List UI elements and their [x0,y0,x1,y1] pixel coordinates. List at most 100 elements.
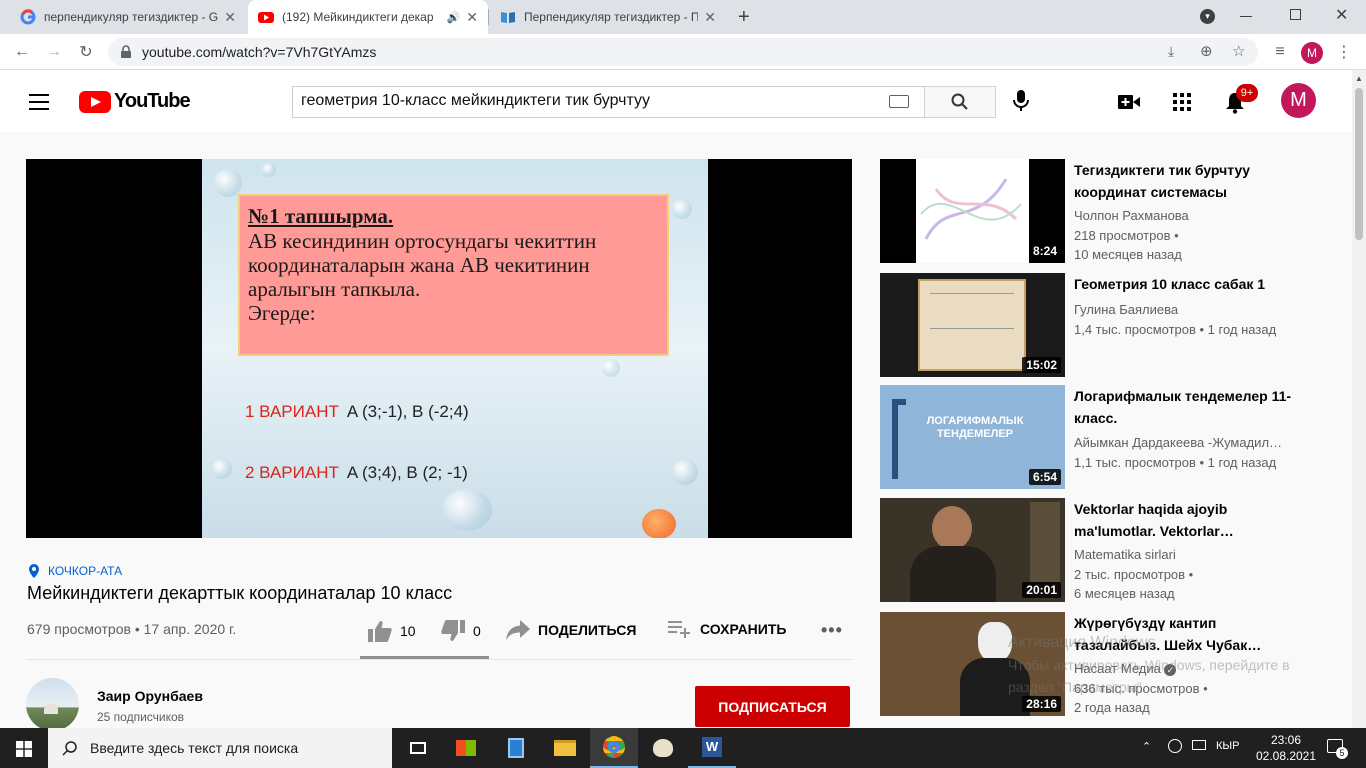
install-icon[interactable]: ⤓ [1168,43,1174,60]
bubble [672,459,698,485]
task-view-icon[interactable] [394,728,442,768]
chrome-taskbar-icon[interactable] [590,728,638,768]
related-views: 218 просмотров • 10 месяцев назад [1074,226,1314,264]
menu-dots-icon[interactable]: ⋮ [1334,42,1354,62]
related-title[interactable]: Vektorlar haqida ajoyib ma'lumotlar. Vek… [1074,498,1304,542]
video-thumbnail[interactable]: 8:24 [880,159,1065,263]
file-explorer-icon[interactable] [541,728,589,768]
browser-tab-book[interactable]: Перпендикуляр тегиздиктер - Пр ✕ [490,0,726,34]
related-title[interactable]: Тегиздиктеги тик бурчтуу координат систе… [1074,159,1304,203]
views-and-date: 679 просмотров • 17 апр. 2020 г. [27,621,237,637]
clock-time: 23:06 [1270,733,1302,747]
forward-icon[interactable]: → [44,42,64,62]
keyboard-icon[interactable] [889,95,909,108]
thumbnail-person-body [910,546,996,602]
language-indicator[interactable]: КЫР [1216,740,1239,752]
bookmark-star-icon[interactable]: ☆ [1232,42,1245,60]
variant-2: 2 ВАРИАНТ A (3;4), B (2; -1) [245,463,468,483]
create-video-icon[interactable] [1118,94,1140,110]
views-text: 218 просмотров • [1074,228,1179,243]
restore-icon[interactable] [1290,9,1301,20]
related-channel[interactable]: Чолпон Рахманова [1074,208,1189,223]
new-tab-icon[interactable]: + [738,6,750,29]
close-tab-icon[interactable]: ✕ [466,9,478,26]
search-icon [951,93,968,110]
microphone-icon[interactable] [1013,90,1029,112]
dislike-button[interactable]: 0 [441,620,481,642]
back-icon[interactable]: ← [12,42,32,62]
tab-separator [488,9,489,25]
tray-expand-icon[interactable]: ⌃ [1142,740,1151,753]
related-video[interactable]: 15:02 Геометрия 10 класс сабак 1 Гулина … [880,273,1350,377]
browser-tab-google[interactable]: перпендикуляр тегиздиктер - Go ✕ [10,0,246,34]
age-text: 2 года назад [1074,700,1150,715]
calculator-icon[interactable] [492,728,540,768]
google-icon [20,9,36,25]
tab-title: перпендикуляр тегиздиктер - Go [44,10,219,24]
word-icon[interactable]: W [688,728,736,768]
profile-avatar[interactable]: M [1301,42,1323,64]
related-title[interactable]: Геометрия 10 класс сабак 1 [1074,273,1304,295]
related-title[interactable]: Логарифмалык тендемелер 11-класс. [1074,385,1304,429]
address-bar[interactable]: youtube.com/watch?v=7Vh7GtYAmzs ⤓ ⊕ ☆ [108,38,1258,66]
video-duration: 15:02 [1022,357,1061,373]
variant-value: A (3;-1), B (-2;4) [346,402,469,421]
like-button[interactable]: 10 [368,620,416,642]
subscribe-button[interactable]: ПОДПИСАТЬСЯ [695,686,850,727]
more-actions-icon[interactable]: ••• [821,620,843,641]
task-line: Эгерде: [248,301,316,325]
network-icon[interactable] [1168,739,1182,753]
zoom-icon[interactable]: ⊕ [1200,42,1213,60]
reload-icon[interactable]: ↻ [76,42,96,62]
close-window-icon[interactable]: ✕ [1335,5,1348,25]
windows-start-icon[interactable] [16,741,32,757]
youtube-icon [258,12,274,23]
paint-icon[interactable] [639,728,687,768]
browser-tab-youtube[interactable]: (192) Мейкиндиктеги декар 🔊 ✕ [248,0,488,34]
lock-icon[interactable] [120,45,132,59]
hamburger-menu-icon[interactable] [29,94,49,110]
scrollbar-thumb[interactable] [1355,88,1363,240]
video-player[interactable]: №1 тапшырма. АВ кесиндинин ортосундагы ч… [26,159,852,538]
taskbar-search-box[interactable]: Введите здесь текст для поиска [48,728,392,768]
store-icon[interactable] [442,728,490,768]
reading-list-icon[interactable]: ≡ [1270,42,1290,62]
video-thumbnail[interactable]: 20:01 [880,498,1065,602]
bubble [672,199,692,219]
tab-search-icon[interactable]: ▾ [1200,9,1215,24]
related-video[interactable]: 20:01 Vektorlar haqida ajoyib ma'lumotla… [880,498,1350,602]
thumbs-down-icon [441,620,465,641]
share-button[interactable]: ПОДЕЛИТЬСЯ [506,620,636,640]
related-channel[interactable]: Гулина Баялиева [1074,302,1178,317]
location-pin-icon [29,564,39,578]
display-icon[interactable] [1192,740,1206,750]
youtube-logo[interactable]: YouTube [79,90,191,113]
video-duration: 6:54 [1028,469,1061,485]
close-tab-icon[interactable]: ✕ [704,9,716,26]
scroll-up-icon[interactable]: ▲ [1355,74,1363,83]
search-input[interactable]: геометрия 10-класс мейкиндиктеги тик бур… [292,86,925,118]
speaker-icon[interactable]: 🔊 [447,11,461,24]
related-channel[interactable]: Matematika sirlari [1074,547,1176,562]
subscriber-count: 25 подписчиков [97,710,185,724]
related-channel[interactable]: Айымкан Дардакеева -Жумадил… [1074,435,1282,450]
search-button[interactable] [924,86,996,118]
apps-grid-icon[interactable] [1173,93,1191,111]
location-link[interactable]: КОЧКОР-АТА [28,564,122,578]
save-button[interactable]: СОХРАНИТЬ [668,620,786,638]
user-avatar[interactable]: M [1281,83,1316,118]
yurt-shape [44,704,58,714]
related-video[interactable]: ЛОГАРИФМАЛЫК ТЕНДЕМЕЛЕР 6:54 Логарифмалы… [880,385,1350,489]
related-video[interactable]: 8:24 Тегиздиктеги тик бурчтуу координат … [880,159,1350,263]
age-text: 10 месяцев назад [1074,247,1182,262]
channel-name[interactable]: Заир Орунбаев [97,688,203,704]
minimize-icon[interactable] [1240,16,1252,17]
save-label: СОХРАНИТЬ [700,621,787,637]
close-tab-icon[interactable]: ✕ [224,9,236,26]
age-text: 6 месяцев назад [1074,586,1175,601]
video-thumbnail[interactable]: ЛОГАРИФМАЛЫК ТЕНДЕМЕЛЕР 6:54 [880,385,1065,489]
video-thumbnail[interactable]: 15:02 [880,273,1065,377]
book-icon [501,12,515,23]
taskbar-clock[interactable]: 23:06 02.08.2021 [1254,732,1318,764]
channel-avatar[interactable] [26,678,79,731]
